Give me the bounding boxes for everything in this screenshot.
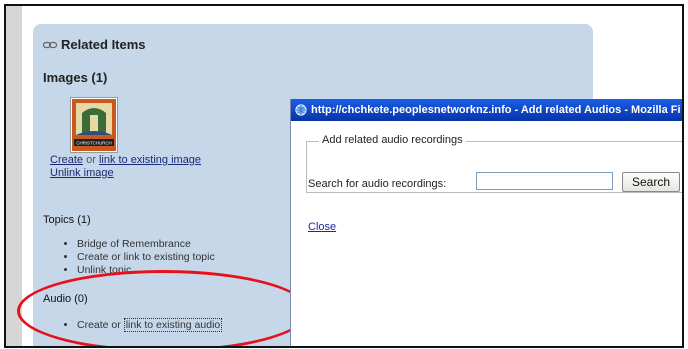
image-actions: Create or link to existing image Unlink … bbox=[50, 154, 201, 180]
fieldset-legend: Add related audio recordings bbox=[319, 134, 466, 146]
screenshot-frame: Related Items Images (1) CHRISTCHURCH Cr… bbox=[4, 4, 684, 348]
link-existing-image-link[interactable]: link to existing image bbox=[99, 154, 201, 166]
browser-globe-icon bbox=[295, 104, 307, 116]
image-thumbnail[interactable]: CHRISTCHURCH bbox=[71, 98, 117, 152]
audio-list: Create or link to existing audio bbox=[63, 318, 223, 332]
topic-item[interactable]: Bridge of Remembrance bbox=[77, 238, 215, 251]
search-label: Search for audio recordings: bbox=[308, 178, 447, 190]
topics-heading: Topics (1) bbox=[43, 214, 91, 226]
create-image-link[interactable]: Create bbox=[50, 154, 83, 166]
audio-action-item: Create or link to existing audio bbox=[77, 318, 223, 332]
popup-titlebar[interactable]: http://chchkete.peoplesnetworknz.info - … bbox=[291, 99, 682, 121]
topic-list: Bridge of Remembrance Create or link to … bbox=[63, 238, 215, 277]
audio-heading: Audio (0) bbox=[43, 293, 88, 305]
add-related-audios-window: http://chchkete.peoplesnetworknz.info - … bbox=[290, 99, 682, 346]
link-chain-icon bbox=[43, 41, 57, 48]
audio-create-text[interactable]: Create or bbox=[77, 319, 124, 331]
unlink-image-link[interactable]: Unlink image bbox=[50, 167, 114, 179]
unlink-topic-item[interactable]: Unlink topic bbox=[77, 264, 215, 277]
poster-caption: CHRISTCHURCH bbox=[76, 141, 111, 146]
close-link[interactable]: Close bbox=[308, 221, 336, 233]
popup-title-text: http://chchkete.peoplesnetworknz.info - … bbox=[311, 104, 681, 116]
link-existing-audio-link[interactable]: link to existing audio bbox=[123, 318, 223, 332]
audio-search-input[interactable] bbox=[476, 172, 613, 190]
left-scroll-strip bbox=[6, 6, 22, 346]
related-items-title-text: Related Items bbox=[61, 37, 146, 52]
topic-action-item[interactable]: Create or link to existing topic bbox=[77, 251, 215, 264]
poster-image: CHRISTCHURCH bbox=[72, 99, 116, 151]
search-button[interactable]: Search bbox=[622, 172, 680, 192]
related-items-title: Related Items bbox=[43, 37, 146, 52]
or-text: or bbox=[83, 154, 99, 166]
images-heading: Images (1) bbox=[43, 70, 108, 85]
